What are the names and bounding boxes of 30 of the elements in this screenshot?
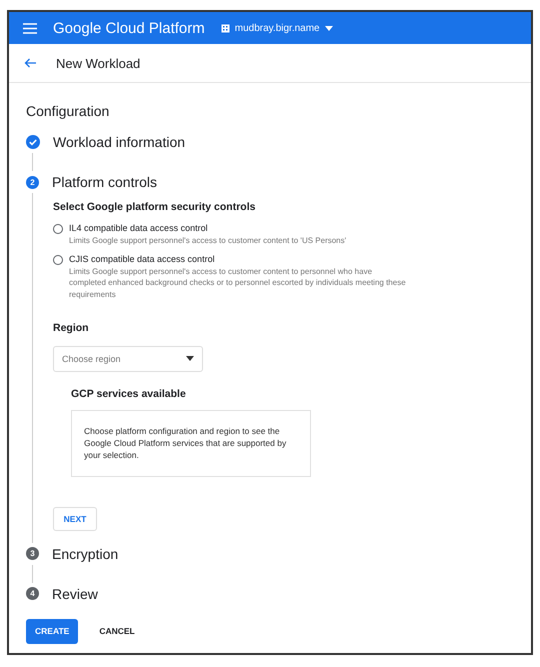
product-name: Google Cloud Platform: [53, 20, 205, 36]
caret-icon: [324, 26, 333, 30]
step-title[interactable]: Workload information: [53, 134, 186, 150]
option-label: CJIS compatible data access control: [69, 254, 216, 264]
services-title: GCP services available: [71, 388, 187, 400]
option-description: Limits Google support personnel's access to customer content to personnel who have completed enhanced background checks or to personnel escorted by individuals meeting these requirements: [69, 266, 407, 300]
page-title: New Workload: [56, 56, 140, 70]
controls-heading: Select Google platform security controls: [53, 201, 256, 213]
step-title[interactable]: Encryption: [52, 546, 118, 562]
step-number: 3: [26, 547, 39, 560]
cancel-button[interactable]: CANCEL: [90, 618, 144, 644]
region-dropdown[interactable]: Choose region: [53, 346, 203, 372]
caret-icon: [186, 356, 194, 362]
services-message: Choose platform configuration and region to see the Google Cloud Platform services that are supported by your selection.: [84, 424, 288, 462]
back-arrow-icon[interactable]: [24, 58, 36, 68]
menu-icon[interactable]: [23, 22, 37, 34]
project-selector[interactable]: mudbray.bigr.name: [220, 22, 333, 34]
radio-button[interactable]: [53, 255, 63, 266]
region-label: Region: [53, 322, 90, 334]
step-number: 4: [26, 587, 39, 600]
section-title: Configuration: [26, 103, 110, 119]
create-button[interactable]: CREATE: [26, 618, 78, 644]
building-icon: [220, 24, 230, 32]
option-description: Limits Google support personnel's access to customer content to 'US Persons': [69, 235, 348, 246]
step-number: 2: [26, 176, 39, 188]
next-button[interactable]: NEXT: [53, 506, 97, 531]
option-label: IL4 compatible data access control: [69, 223, 209, 233]
step-title[interactable]: Platform controls: [52, 174, 158, 190]
step-title[interactable]: Review: [52, 586, 98, 602]
radio-button[interactable]: [53, 224, 63, 234]
